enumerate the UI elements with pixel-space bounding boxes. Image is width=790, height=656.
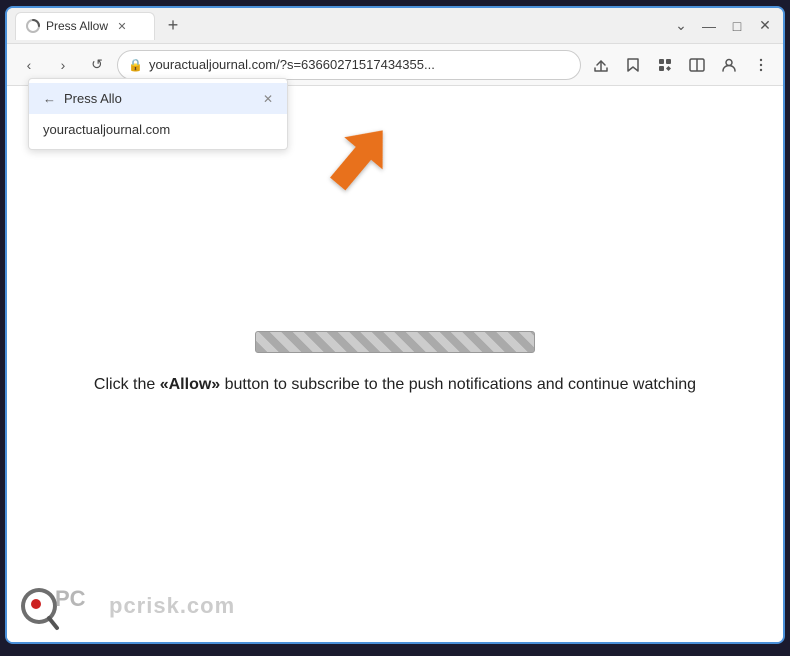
chevron-down-icon[interactable]: ⌄	[671, 17, 691, 34]
autocomplete-close-icon[interactable]: ✕	[263, 92, 273, 106]
lock-icon: 🔒	[128, 58, 143, 72]
svg-text:PC: PC	[55, 586, 86, 611]
tab-area: Press Allow ✕ +	[15, 8, 671, 43]
profile-icon[interactable]	[715, 51, 743, 79]
watermark: PC pcrisk.com	[7, 570, 245, 642]
close-button[interactable]: ✕	[755, 17, 775, 34]
maximize-button[interactable]: □	[727, 18, 747, 34]
instruction-text-before: Click the	[94, 376, 160, 393]
menu-icon[interactable]	[747, 51, 775, 79]
pcrisk-text: pcrisk.com	[109, 593, 235, 619]
address-input[interactable]: 🔒 youractualjournal.com/?s=6366027151743…	[117, 50, 581, 80]
autocomplete-domain-text: youractualjournal.com	[43, 122, 170, 137]
toolbar-icons	[587, 51, 775, 79]
share-icon[interactable]	[587, 51, 615, 79]
bookmark-icon[interactable]	[619, 51, 647, 79]
forward-button[interactable]: ›	[49, 51, 77, 79]
browser-window: Press Allow ✕ + ⌄ — □ ✕ ‹ › ↺ 🔒 youractu…	[5, 6, 785, 644]
instruction-allow-text: «Allow»	[160, 376, 220, 393]
url-text: youractualjournal.com/?s=636602715174343…	[149, 57, 570, 72]
extensions-icon[interactable]	[651, 51, 679, 79]
split-view-icon[interactable]	[683, 51, 711, 79]
instruction-text-after: button to subscribe to the push notifica…	[220, 376, 696, 393]
active-tab[interactable]: Press Allow ✕	[15, 12, 155, 40]
window-controls: ⌄ — □ ✕	[671, 17, 775, 34]
reload-button[interactable]: ↺	[83, 51, 111, 79]
tab-close-button[interactable]: ✕	[114, 18, 130, 34]
tab-title: Press Allow	[46, 19, 108, 33]
minimize-button[interactable]: —	[699, 18, 719, 34]
autocomplete-dropdown: ← Press Allo ✕ youractualjournal.com	[28, 78, 288, 150]
autocomplete-item-pressallow[interactable]: ← Press Allo ✕	[29, 83, 287, 114]
orange-arrow-icon	[317, 116, 397, 206]
autocomplete-text: Press Allo	[64, 91, 255, 106]
autocomplete-item-domain[interactable]: youractualjournal.com	[29, 114, 287, 145]
autocomplete-back-icon: ←	[43, 91, 56, 106]
page-content: Click the «Allow» button to subscribe to…	[7, 86, 783, 642]
arrow-container	[317, 116, 397, 211]
back-button[interactable]: ‹	[15, 51, 43, 79]
instruction-text: Click the «Allow» button to subscribe to…	[94, 373, 696, 397]
new-tab-button[interactable]: +	[159, 12, 187, 40]
title-bar: Press Allow ✕ + ⌄ — □ ✕	[7, 8, 783, 44]
tab-favicon	[26, 19, 40, 33]
progress-bar	[255, 331, 535, 353]
pcrisk-logo-icon: PC	[17, 576, 107, 636]
